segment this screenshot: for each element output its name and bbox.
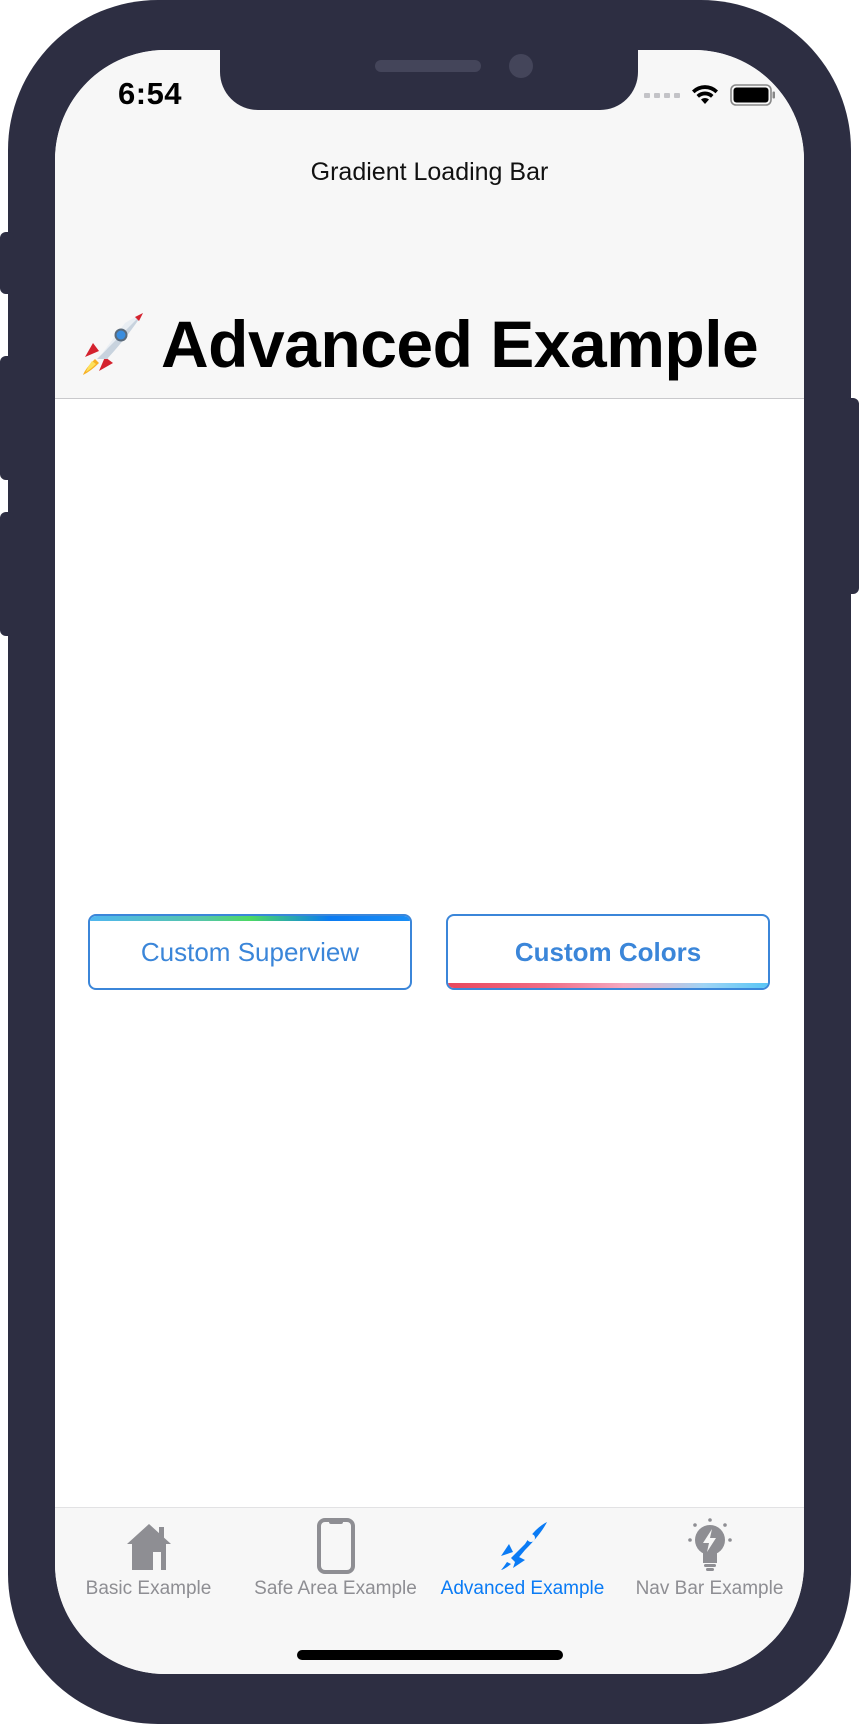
device-power-button — [845, 398, 859, 594]
iphone-icon — [316, 1518, 355, 1574]
rocket-icon — [83, 313, 143, 375]
front-camera — [509, 54, 533, 78]
device-volume-down — [0, 512, 14, 636]
cellular-signal-icon — [644, 92, 680, 98]
tab-label: Basic Example — [85, 1578, 212, 1599]
device-mute-switch — [0, 232, 14, 294]
speaker-grille — [375, 60, 481, 72]
tab-nav-bar-example[interactable]: Nav Bar Example — [616, 1508, 803, 1600]
status-indicators — [644, 84, 776, 106]
custom-superview-button[interactable]: Custom Superview — [88, 914, 412, 990]
rocket-icon — [500, 1522, 547, 1570]
device-volume-up — [0, 356, 14, 480]
status-time: 6:54 — [118, 76, 183, 111]
nav-title: Gradient Loading Bar — [310, 158, 549, 186]
tab-basic-example[interactable]: Basic Example — [55, 1508, 242, 1600]
home-indicator[interactable] — [297, 1650, 563, 1660]
tab-label: Safe Area Example — [254, 1578, 417, 1599]
custom-colors-label: Custom Colors — [514, 936, 702, 967]
gradient-loading-bar — [90, 916, 410, 921]
tab-bar: Basic Example Safe Area Example Advanced… — [55, 1507, 804, 1674]
large-title-text: Advanced Example — [161, 307, 759, 381]
house-icon — [126, 1524, 171, 1570]
wifi-icon — [692, 85, 718, 104]
custom-colors-button[interactable]: Custom Colors — [446, 914, 770, 990]
tab-safe-area-example[interactable]: Safe Area Example — [242, 1508, 429, 1600]
tab-label: Nav Bar Example — [635, 1578, 784, 1599]
lightbulb-icon — [687, 1518, 732, 1571]
tab-label: Advanced Example — [440, 1578, 605, 1599]
battery-icon — [730, 84, 775, 106]
tab-advanced-example[interactable]: Advanced Example — [429, 1508, 616, 1600]
page-title: Advanced Example — [77, 306, 759, 382]
screen: 6:54 Gradient Loading Bar Advanced Examp… — [55, 50, 804, 1674]
gradient-loading-bar — [448, 983, 768, 988]
device-notch — [220, 50, 638, 110]
custom-superview-label: Custom Superview — [140, 936, 360, 967]
